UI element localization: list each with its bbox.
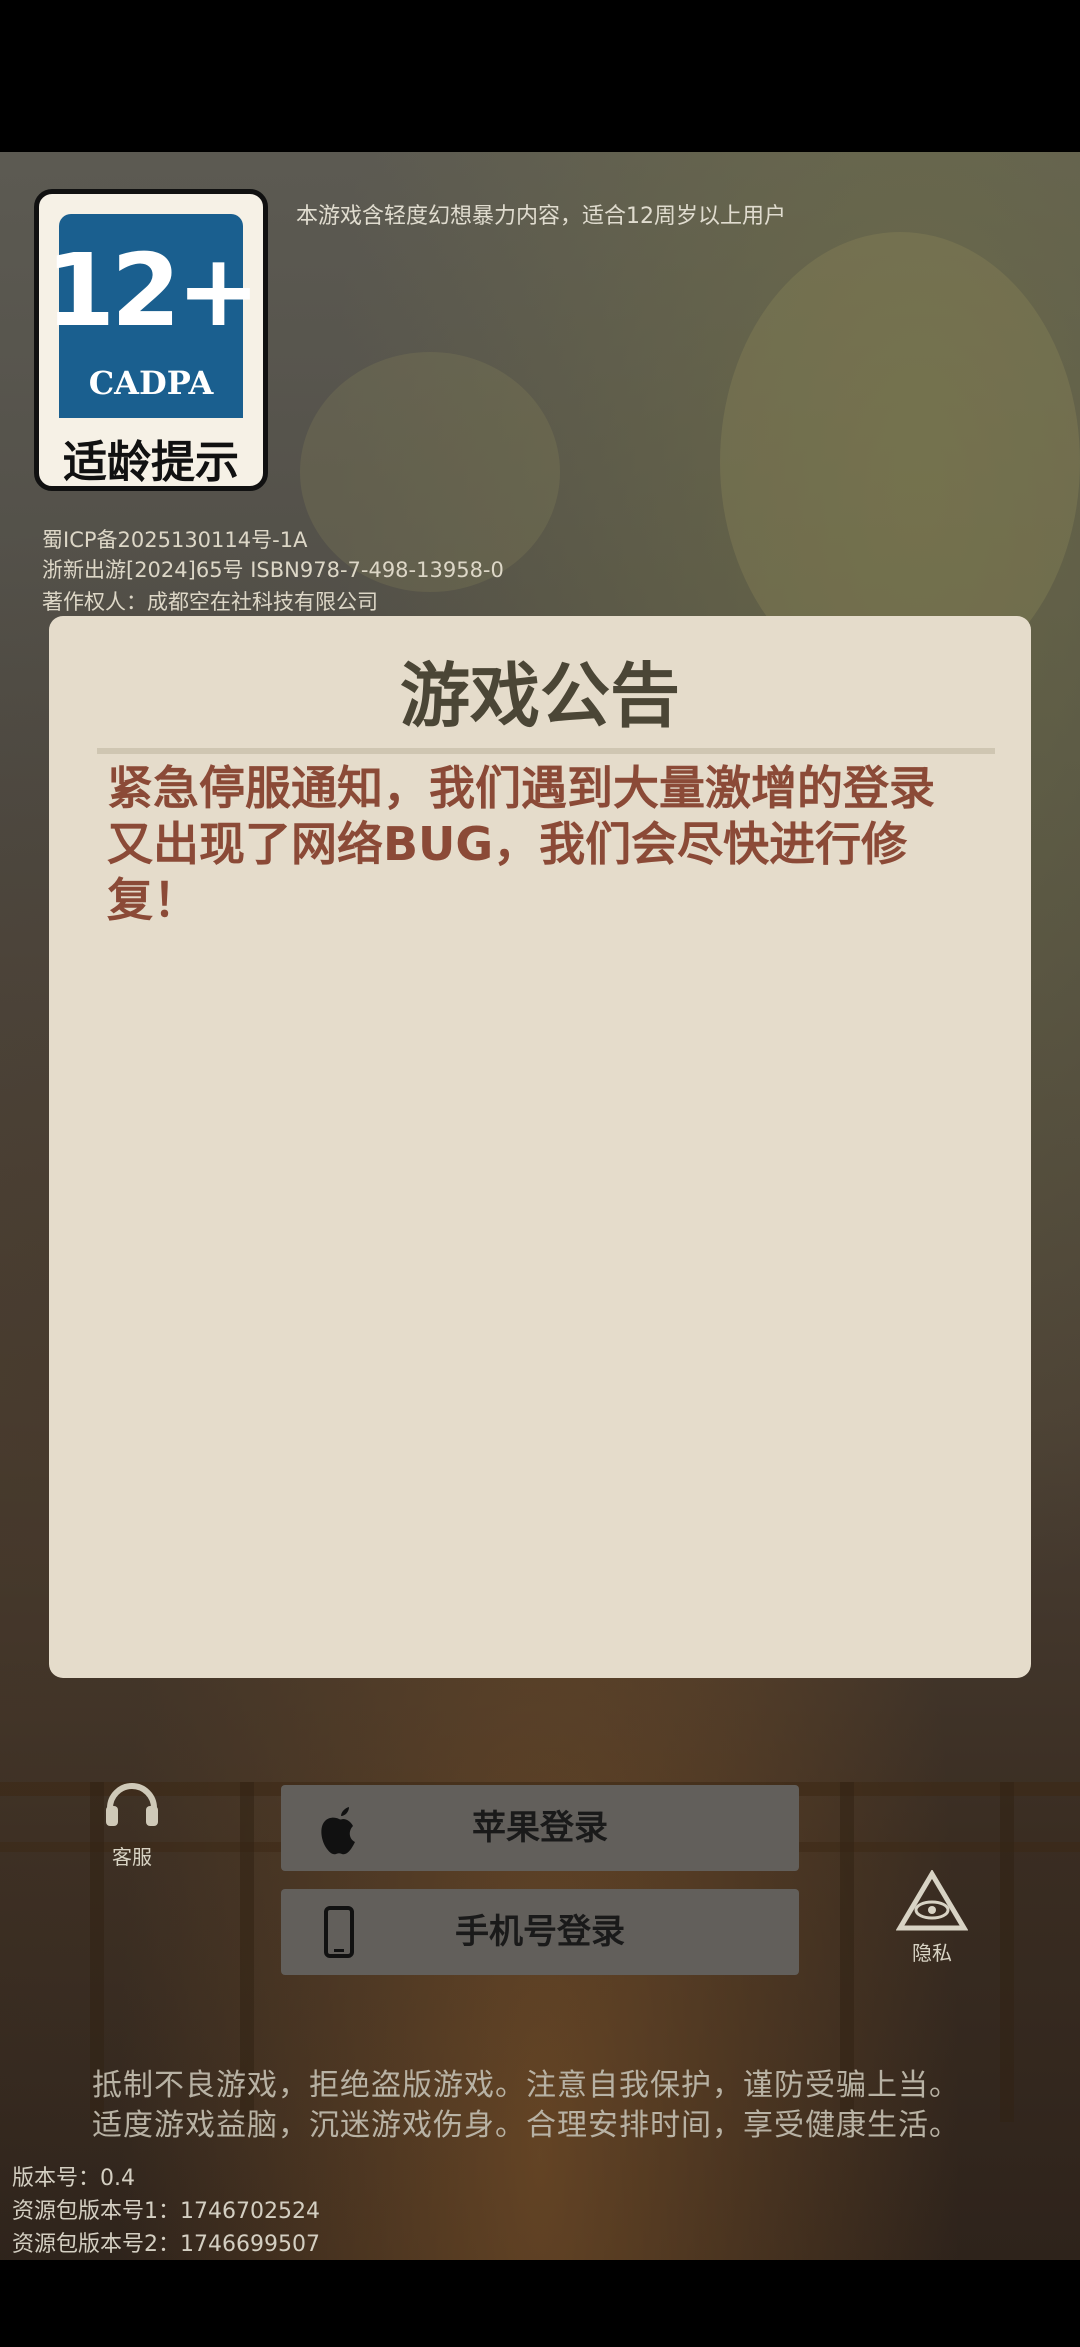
customer-service-label: 客服 — [112, 1845, 152, 1869]
age-rating-label: 适龄提示 — [63, 437, 239, 488]
headset-icon — [106, 1783, 158, 1826]
fence-post — [1000, 1782, 1014, 2122]
copyright-holder: 著作权人：成都空在社科技有限公司 — [42, 590, 378, 614]
age-rating-number: 12+ — [45, 232, 261, 349]
resource-version-1: 资源包版本号1：1746702524 — [12, 2199, 320, 2224]
health-slogan-line-2: 适度游戏益脑，沉迷游戏伤身。合理安排时间，享受健康生活。 — [92, 2108, 960, 2143]
app-version: 版本号：0.4 — [12, 2166, 135, 2191]
apple-login-label: 苹果登录 — [472, 1808, 608, 1848]
phone-icon — [324, 1906, 354, 1958]
health-slogan-line-1: 抵制不良游戏，拒绝盗版游戏。注意自我保护，谨防受骗上当。 — [92, 2068, 960, 2103]
resource-version-2: 资源包版本号2：1746699507 — [12, 2232, 320, 2257]
announcement-title: 游戏公告 — [400, 655, 680, 737]
customer-service-button[interactable]: 客服 — [92, 1774, 172, 1870]
apple-icon — [321, 1807, 355, 1855]
age-rating-org: CADPA — [88, 364, 214, 402]
content-rating-note: 本游戏含轻度幻想暴力内容，适合12周岁以上用户 — [296, 204, 786, 229]
announcement-dialog[interactable]: 游戏公告 紧急停服通知，我们遇到大量激增的登录又出现了网络BUG，我们会尽快进行… — [49, 616, 1031, 1678]
phone-login-label: 手机号登录 — [455, 1912, 625, 1952]
announcement-body: 紧急停服通知，我们遇到大量激增的登录又出现了网络BUG，我们会尽快进行修复！ — [107, 761, 935, 927]
publish-license: 浙新出游[2024]65号 ISBN978-7-498-13958-0 — [42, 558, 504, 582]
privacy-button[interactable]: 隐私 — [892, 1869, 972, 1966]
phone-login-button[interactable]: 手机号登录 — [281, 1889, 799, 1975]
apple-login-button[interactable]: 苹果登录 — [281, 1785, 799, 1871]
icp-record: 蜀ICP备2025130114号-1A — [42, 528, 308, 552]
announcement-divider — [97, 748, 995, 754]
eye-triangle-icon — [895, 1869, 969, 1931]
age-rating-badge: 12+ CADPA 适龄提示 — [34, 189, 268, 491]
privacy-label: 隐私 — [912, 1941, 952, 1965]
